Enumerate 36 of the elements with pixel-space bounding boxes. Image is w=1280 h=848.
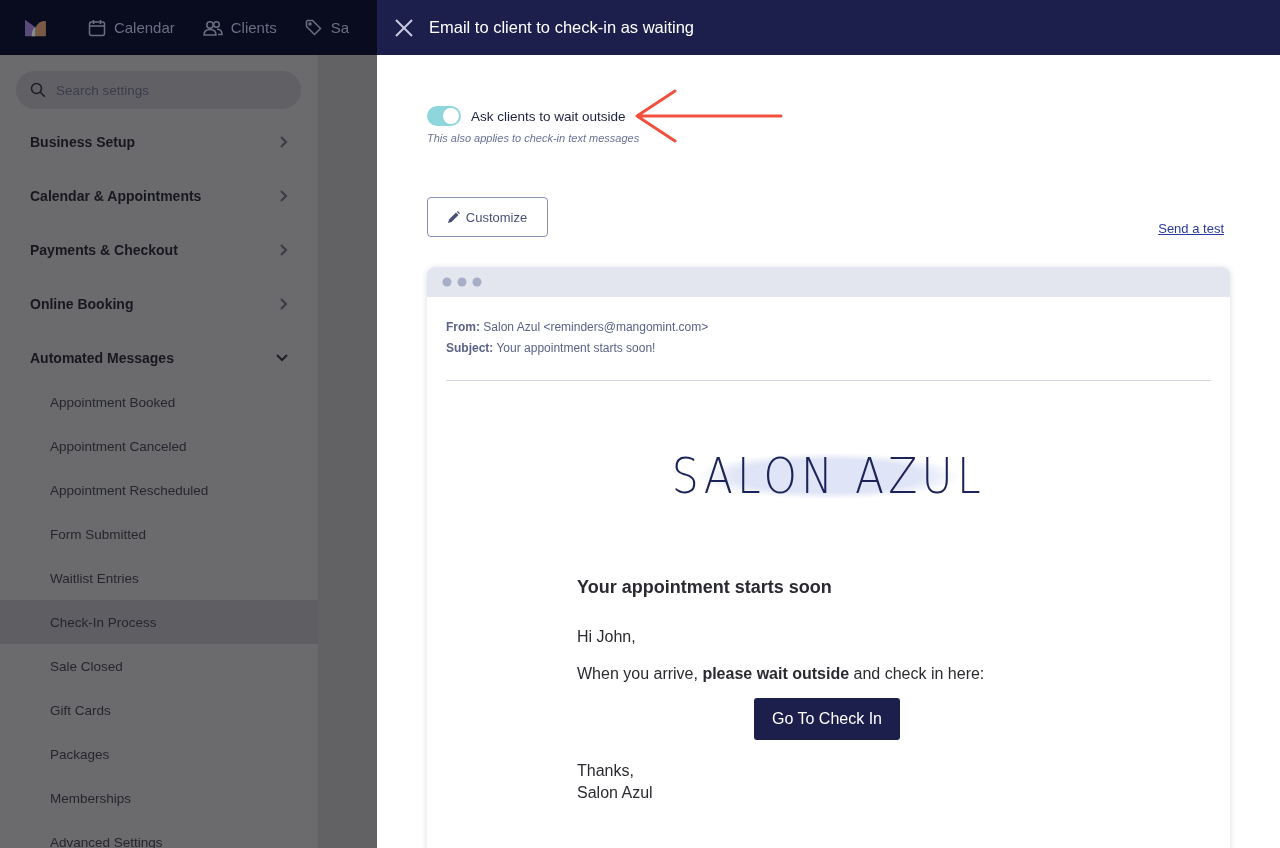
panel-title: Email to client to check-in as waiting <box>429 18 695 37</box>
sidebar-item[interactable]: Appointment Canceled <box>0 424 318 468</box>
sidebar-item[interactable]: Appointment Rescheduled <box>0 468 318 512</box>
toggle-label: Ask clients to wait outside <box>471 108 626 124</box>
sidebar-section[interactable]: Online Booking <box>0 277 318 331</box>
subject-line: Subject: Your appointment starts soon! <box>446 340 657 357</box>
people-icon <box>202 19 223 36</box>
sidebar-item[interactable]: Check-In Process <box>0 600 318 644</box>
check-in-button[interactable]: Go To Check In <box>754 698 900 740</box>
sidebar-item[interactable]: Waitlist Entries <box>0 556 318 600</box>
sidebar-item[interactable]: Memberships <box>0 776 318 820</box>
sidebar-section[interactable]: Business Setup <box>0 115 318 169</box>
pencil-icon <box>447 211 460 223</box>
sidebar-item[interactable]: Sale Closed <box>0 644 318 688</box>
send-test-link[interactable]: Send a test <box>1158 221 1224 236</box>
sidebar-item[interactable]: Gift Cards <box>0 688 318 732</box>
sidebar-section[interactable]: Payments & Checkout <box>0 223 318 277</box>
calendar-icon <box>87 18 106 37</box>
window-dots-icon <box>442 277 484 287</box>
sign-off-text: Thanks, <box>577 762 635 780</box>
tag-icon <box>304 18 323 37</box>
body-text: When you arrive, please wait outside and check in here: <box>577 665 986 683</box>
nav-link[interactable]: Sa <box>304 18 349 37</box>
nav-link[interactable]: Clients <box>202 19 277 36</box>
customize-button[interactable]: Customize <box>427 197 548 237</box>
sidebar-section[interactable]: Calendar & Appointments <box>0 169 318 223</box>
signature-text: Salon Azul <box>577 784 654 802</box>
hint-text: This also applies to check-in text messages <box>427 132 641 144</box>
toggle-switch[interactable] <box>427 106 461 126</box>
nav-link[interactable]: Calendar <box>87 18 175 37</box>
close-icon[interactable] <box>395 18 413 37</box>
greeting-text: Hi John, <box>577 628 637 646</box>
sidebar-item[interactable]: Form Submitted <box>0 512 318 556</box>
sidebar-item[interactable]: Packages <box>0 732 318 776</box>
from-line: From: Salon Azul <reminders@mangomint.com> <box>446 319 710 336</box>
email-heading: Your appointment starts soon <box>577 577 833 598</box>
